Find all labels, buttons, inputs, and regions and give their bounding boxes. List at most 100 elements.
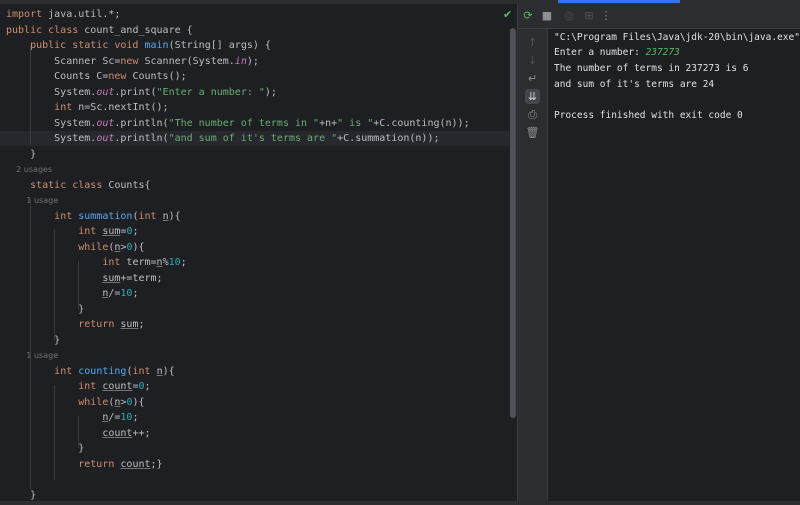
code-token: ; [132, 226, 139, 237]
code-token: int [78, 381, 103, 392]
scroll-to-end-icon[interactable]: ⇊ [525, 89, 540, 104]
code-token: sum [102, 226, 121, 237]
indent-guide [54, 230, 55, 340]
more-options-icon[interactable]: ⋮ [599, 9, 613, 23]
code-token: } [6, 148, 37, 160]
code-line[interactable]: int counting(int n){ [0, 364, 515, 379]
code-token: sum [102, 272, 121, 284]
status-bar [0, 501, 800, 505]
code-line[interactable]: System.out.print("Enter a number: "); [0, 85, 515, 100]
code-token: new [120, 55, 145, 67]
code-token: public static void [6, 40, 145, 51]
code-token: java.util.*; [48, 9, 121, 20]
code-token: in [234, 55, 247, 67]
code-token: ){ [162, 365, 175, 377]
code-token: ; [132, 288, 139, 299]
code-line[interactable]: int n=Sc.nextInt(); [0, 100, 515, 115]
code-line[interactable]: public static void main(String[] args) { [0, 38, 515, 53]
code-editor[interactable]: import java.util.*; public class count_an… [0, 4, 517, 501]
arrow-up-icon[interactable]: ↑ [525, 35, 540, 50]
arrow-down-icon[interactable]: ↓ [525, 53, 540, 68]
code-line[interactable]: int sum=0; [0, 224, 515, 239]
code-token: Counts(); [132, 71, 187, 82]
code-line[interactable]: Scanner Sc=new Scanner(System.in); [0, 54, 515, 69]
console-sidebar: ↑ ↓ ↵ ⇊ ⎙ 🗑 [518, 29, 548, 501]
code-token: } [6, 334, 61, 346]
code-line[interactable]: while(n>0){ [0, 240, 515, 255]
run-tab-indicator [558, 0, 680, 3]
screenshot-icon[interactable]: ◎ [562, 9, 576, 23]
code-token: public class [6, 24, 85, 36]
usage-hint[interactable]: 1 usage [0, 348, 515, 363]
code-token: "Enter a number: " [156, 86, 265, 98]
output-line: and sum of it's terms are 24 [554, 79, 715, 90]
code-token: ){ [132, 396, 145, 408]
usage-hint[interactable]: 2 usages [0, 162, 515, 177]
indent-guide [54, 385, 55, 480]
console-output[interactable]: "C:\Program Files\Java\jdk-20\bin\java.e… [548, 29, 800, 501]
code-token: } [6, 303, 85, 315]
code-token: return [78, 458, 121, 470]
output-line: The number of terms in 237273 is 6 [554, 63, 749, 74]
code-token: System. [6, 133, 97, 144]
code-token: Scanner Sc= [6, 55, 121, 67]
code-line[interactable]: return sum; [0, 317, 515, 332]
run-toolbar: ⟳ ■ ◎ ⊞ ⋮ [518, 4, 800, 29]
code-token: while [78, 241, 109, 253]
code-token: } [6, 443, 85, 454]
code-token: ; [144, 381, 151, 392]
code-token: int [78, 226, 103, 237]
code-line[interactable]: return count;} [0, 457, 515, 472]
indent-guide [30, 45, 31, 145]
code-token: import [6, 9, 49, 20]
code-token: System. [6, 117, 97, 129]
code-token: count_and_square { [84, 24, 193, 36]
code-line[interactable]: System.out.println("The number of terms … [0, 116, 515, 131]
code-token: while [78, 396, 109, 408]
code-token: ; [132, 412, 139, 423]
run-command: "C:\Program Files\Java\jdk-20\bin\java.e… [554, 32, 800, 43]
code-line[interactable]: int count=0; [0, 379, 515, 394]
code-line[interactable]: import java.util.*; [0, 7, 515, 22]
code-token: sum [120, 319, 139, 330]
code-token: 1 usage [6, 196, 59, 205]
usage-hint[interactable]: 1 usage [0, 193, 515, 208]
editor-scrollbar[interactable] [510, 28, 516, 418]
code-line[interactable]: System.out.println("and sum of it's term… [0, 131, 515, 146]
code-token: +=term; [120, 272, 163, 284]
code-line[interactable]: Counts C=new Counts(); [0, 69, 515, 84]
indent-guide [30, 199, 31, 489]
code-token: int [54, 102, 79, 113]
code-token: count [102, 427, 133, 439]
soft-wrap-icon[interactable]: ↵ [525, 71, 540, 86]
code-token: Scanner(System. [144, 55, 235, 67]
code-line[interactable]: } [0, 333, 515, 348]
code-token: 2 usages [6, 165, 53, 174]
code-token: .print( [114, 86, 157, 98]
print-icon[interactable]: ⎙ [525, 107, 540, 122]
code-token: summation [78, 210, 133, 222]
code-line[interactable]: while(n>0){ [0, 395, 515, 410]
delete-icon[interactable]: 🗑 [525, 125, 540, 140]
no-problems-check-icon[interactable]: ✔ [503, 9, 515, 21]
code-line[interactable]: static class Counts{ [0, 178, 515, 193]
code-token: int [132, 365, 157, 377]
stop-icon[interactable]: ■ [540, 9, 554, 23]
code-token: int [102, 257, 127, 268]
code-line[interactable]: public class count_and_square { [0, 23, 515, 38]
code-token: Counts C= [6, 71, 109, 82]
code-token: 1 usage [6, 351, 59, 360]
code-line[interactable] [0, 472, 515, 487]
code-token: counting [78, 365, 127, 377]
code-token: +C.summation(n)); [337, 133, 440, 144]
code-line[interactable]: } [0, 488, 515, 502]
restore-layout-icon[interactable]: ⊞ [582, 9, 596, 23]
code-line[interactable]: } [0, 147, 515, 162]
code-line[interactable]: int summation(int n){ [0, 209, 515, 224]
rerun-icon[interactable]: ⟳ [521, 9, 535, 23]
